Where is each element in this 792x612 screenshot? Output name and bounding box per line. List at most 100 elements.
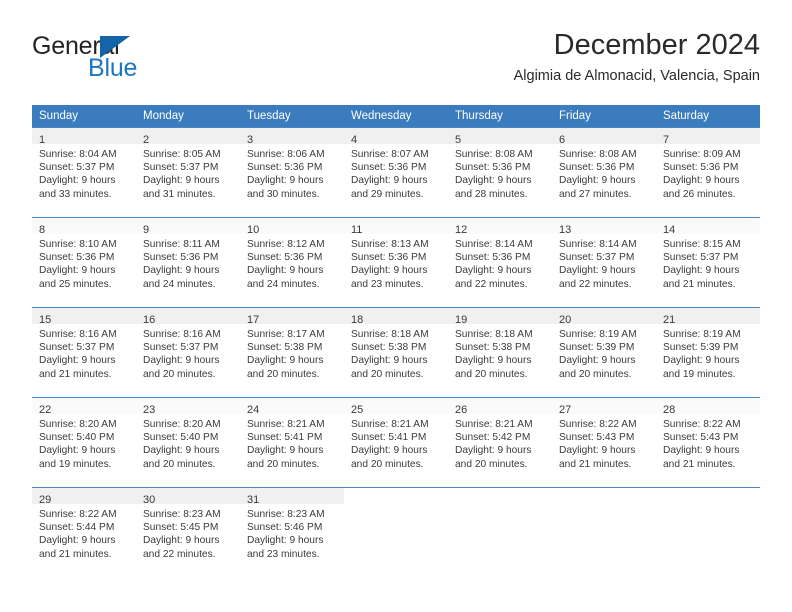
calendar-day-cell[interactable]: 8 Sunrise: 8:10 AM Sunset: 5:36 PM Daylight… [32, 217, 136, 307]
calendar-day-cell[interactable]: 24 Sunrise: 8:21 AM Sunset: 5:41 PM Dayligh… [240, 397, 344, 487]
calendar-day-cell[interactable]: 5 Sunrise: 8:08 AM Sunset: 5:36 PM Daylight… [448, 127, 552, 217]
day-number-band: 16 [136, 308, 240, 326]
day-number-band: 23 [136, 398, 240, 416]
calendar-day-cell[interactable]: 22 Sunrise: 8:20 AM Sunset: 5:40 PM Dayligh… [32, 397, 136, 487]
day-details: Sunrise: 8:18 AM Sunset: 5:38 PM Daylight:… [344, 324, 448, 381]
calendar-day-cell[interactable]: 15 Sunrise: 8:16 AM Sunset: 5:37 PM Dayligh… [32, 307, 136, 397]
day-cell-inner: 15 Sunrise: 8:16 AM Sunset: 5:37 PM Dayligh… [32, 307, 136, 397]
calendar-day-cell[interactable]: 2 Sunrise: 8:05 AM Sunset: 5:37 PM Daylight… [136, 127, 240, 217]
sunset-time: Sunset: 5:40 PM [143, 432, 219, 444]
day-number-band: 8 [32, 218, 136, 236]
calendar-day-cell[interactable]: 19 Sunrise: 8:18 AM Sunset: 5:38 PM Dayligh… [448, 307, 552, 397]
day-details: Sunrise: 8:19 AM Sunset: 5:39 PM Daylight:… [656, 324, 760, 381]
sunrise-time: Sunrise: 8:10 AM [39, 239, 117, 250]
calendar-day-cell[interactable]: 31 Sunrise: 8:23 AM Sunset: 5:46 PM Dayligh… [240, 487, 344, 577]
calendar-day-cell[interactable]: 26 Sunrise: 8:21 AM Sunset: 5:42 PM Dayligh… [448, 397, 552, 487]
calendar-day-cell[interactable]: 17 Sunrise: 8:17 AM Sunset: 5:38 PM Dayligh… [240, 307, 344, 397]
calendar-day-cell[interactable]: 6 Sunrise: 8:08 AM Sunset: 5:36 PM Daylight… [552, 127, 656, 217]
sunset-time: Sunset: 5:36 PM [39, 252, 115, 264]
day-cell-inner: 19 Sunrise: 8:18 AM Sunset: 5:38 PM Dayligh… [448, 307, 552, 397]
daylight-duration-line1: Daylight: 9 hours [663, 445, 740, 457]
daylight-duration-line1: Daylight: 9 hours [247, 445, 324, 457]
calendar-day-cell[interactable]: 1 Sunrise: 8:04 AM Sunset: 5:37 PM Daylight… [32, 127, 136, 217]
calendar-day-cell[interactable]: 3 Sunrise: 8:06 AM Sunset: 5:36 PM Daylight… [240, 127, 344, 217]
sunset-time: Sunset: 5:36 PM [143, 252, 219, 264]
day-number-band: 12 [448, 218, 552, 236]
sunset-time: Sunset: 5:44 PM [39, 522, 115, 534]
day-number: 10 [247, 224, 260, 236]
calendar-day-cell[interactable]: 21 Sunrise: 8:19 AM Sunset: 5:39 PM Dayligh… [656, 307, 760, 397]
calendar-day-cell[interactable]: 16 Sunrise: 8:16 AM Sunset: 5:37 PM Dayligh… [136, 307, 240, 397]
day-details: Sunrise: 8:22 AM Sunset: 5:43 PM Daylight:… [656, 414, 760, 471]
day-cell-inner: 5 Sunrise: 8:08 AM Sunset: 5:36 PM Daylight… [448, 127, 552, 217]
calendar-day-cell[interactable]: 7 Sunrise: 8:09 AM Sunset: 5:36 PM Daylight… [656, 127, 760, 217]
daylight-duration-line2: and 24 minutes. [143, 278, 216, 290]
day-number: 21 [663, 314, 676, 326]
sunrise-time: Sunrise: 8:05 AM [143, 149, 221, 160]
calendar-day-cell[interactable]: 20 Sunrise: 8:19 AM Sunset: 5:39 PM Dayligh… [552, 307, 656, 397]
day-number-band: 19 [448, 308, 552, 326]
daylight-duration-line1: Daylight: 9 hours [247, 355, 324, 367]
weekday-header-saturday: Saturday [656, 105, 760, 127]
calendar-day-cell[interactable]: 13 Sunrise: 8:14 AM Sunset: 5:37 PM Dayligh… [552, 217, 656, 307]
calendar-day-cell[interactable]: 18 Sunrise: 8:18 AM Sunset: 5:38 PM Dayligh… [344, 307, 448, 397]
sunrise-time: Sunrise: 8:12 AM [247, 239, 325, 250]
day-cell-inner: 1 Sunrise: 8:04 AM Sunset: 5:37 PM Daylight… [32, 127, 136, 217]
day-details: Sunrise: 8:16 AM Sunset: 5:37 PM Daylight:… [32, 324, 136, 381]
day-details: Sunrise: 8:22 AM Sunset: 5:44 PM Daylight:… [32, 504, 136, 561]
day-details: Sunrise: 8:08 AM Sunset: 5:36 PM Daylight:… [552, 144, 656, 201]
day-details [656, 504, 760, 508]
weekday-header-friday: Friday [552, 105, 656, 127]
daylight-duration-line2: and 20 minutes. [351, 368, 424, 380]
day-details: Sunrise: 8:18 AM Sunset: 5:38 PM Daylight:… [448, 324, 552, 381]
day-details: Sunrise: 8:20 AM Sunset: 5:40 PM Daylight:… [32, 414, 136, 471]
sunrise-time: Sunrise: 8:21 AM [351, 419, 429, 430]
daylight-duration-line1: Daylight: 9 hours [39, 535, 116, 547]
day-cell-inner: 18 Sunrise: 8:18 AM Sunset: 5:38 PM Dayligh… [344, 307, 448, 397]
sunset-time: Sunset: 5:37 PM [39, 342, 115, 354]
sunset-time: Sunset: 5:38 PM [247, 342, 323, 354]
calendar-day-cell[interactable]: 25 Sunrise: 8:21 AM Sunset: 5:41 PM Dayligh… [344, 397, 448, 487]
calendar-day-cell[interactable]: 29 Sunrise: 8:22 AM Sunset: 5:44 PM Dayligh… [32, 487, 136, 577]
day-cell-inner: 3 Sunrise: 8:06 AM Sunset: 5:36 PM Daylight… [240, 127, 344, 217]
calendar-day-cell[interactable]: 23 Sunrise: 8:20 AM Sunset: 5:40 PM Dayligh… [136, 397, 240, 487]
calendar-day-cell[interactable]: 28 Sunrise: 8:22 AM Sunset: 5:43 PM Dayligh… [656, 397, 760, 487]
calendar-day-cell[interactable]: 4 Sunrise: 8:07 AM Sunset: 5:36 PM Daylight… [344, 127, 448, 217]
sunrise-time: Sunrise: 8:20 AM [39, 419, 117, 430]
daylight-duration-line1: Daylight: 9 hours [663, 175, 740, 187]
weekday-header-sunday: Sunday [32, 105, 136, 127]
calendar-day-cell[interactable]: 9 Sunrise: 8:11 AM Sunset: 5:36 PM Daylight… [136, 217, 240, 307]
day-details: Sunrise: 8:08 AM Sunset: 5:36 PM Daylight:… [448, 144, 552, 201]
day-number: 9 [143, 224, 150, 236]
calendar-day-cell[interactable]: 12 Sunrise: 8:14 AM Sunset: 5:36 PM Dayligh… [448, 217, 552, 307]
sunrise-time: Sunrise: 8:22 AM [663, 419, 741, 430]
day-cell-inner: 8 Sunrise: 8:10 AM Sunset: 5:36 PM Daylight… [32, 217, 136, 307]
calendar-day-cell[interactable]: 11 Sunrise: 8:13 AM Sunset: 5:36 PM Dayligh… [344, 217, 448, 307]
daylight-duration-line2: and 28 minutes. [455, 188, 528, 200]
day-number-band: 15 [32, 308, 136, 326]
calendar-day-cell[interactable]: 27 Sunrise: 8:22 AM Sunset: 5:43 PM Dayligh… [552, 397, 656, 487]
sunset-time: Sunset: 5:36 PM [559, 162, 635, 174]
calendar-day-cell[interactable]: 14 Sunrise: 8:15 AM Sunset: 5:37 PM Dayligh… [656, 217, 760, 307]
day-cell-inner: 11 Sunrise: 8:13 AM Sunset: 5:36 PM Dayligh… [344, 217, 448, 307]
calendar-day-cell[interactable]: 10 Sunrise: 8:12 AM Sunset: 5:36 PM Dayligh… [240, 217, 344, 307]
day-details: Sunrise: 8:22 AM Sunset: 5:43 PM Daylight:… [552, 414, 656, 471]
sunrise-time: Sunrise: 8:20 AM [143, 419, 221, 430]
general-blue-logo[interactable]: General Blue [32, 34, 252, 92]
day-cell-inner: 14 Sunrise: 8:15 AM Sunset: 5:37 PM Dayligh… [656, 217, 760, 307]
day-number-band: 29 [32, 488, 136, 506]
day-number-band: 27 [552, 398, 656, 416]
day-number-band: 25 [344, 398, 448, 416]
daylight-duration-line1: Daylight: 9 hours [559, 445, 636, 457]
day-details: Sunrise: 8:10 AM Sunset: 5:36 PM Daylight:… [32, 234, 136, 291]
day-details [448, 504, 552, 508]
calendar-day-cell[interactable]: 30 Sunrise: 8:23 AM Sunset: 5:45 PM Dayligh… [136, 487, 240, 577]
day-number-band: 10 [240, 218, 344, 236]
sunrise-time: Sunrise: 8:19 AM [559, 329, 637, 340]
day-number-band: 3 [240, 128, 344, 146]
sunrise-time: Sunrise: 8:17 AM [247, 329, 325, 340]
day-cell-inner: 12 Sunrise: 8:14 AM Sunset: 5:36 PM Dayligh… [448, 217, 552, 307]
daylight-duration-line1: Daylight: 9 hours [39, 355, 116, 367]
weekday-header-wednesday: Wednesday [344, 105, 448, 127]
sunset-time: Sunset: 5:43 PM [559, 432, 635, 444]
